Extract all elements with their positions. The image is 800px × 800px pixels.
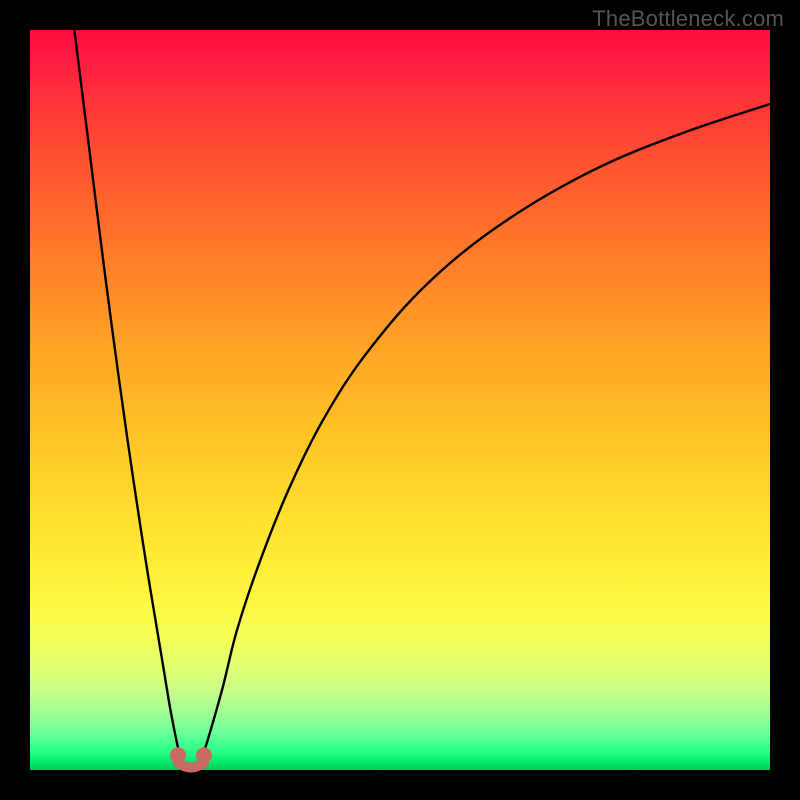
- chart-frame: TheBottleneck.com: [0, 0, 800, 800]
- chart-svg: [30, 30, 770, 770]
- watermark-text: TheBottleneck.com: [592, 6, 784, 32]
- marker-dot-right: [196, 747, 212, 763]
- plot-area: [30, 30, 770, 770]
- right-branch-curve: [200, 104, 770, 763]
- marker-dot-left: [170, 747, 186, 763]
- marker-connector: [178, 763, 204, 768]
- left-branch-curve: [74, 30, 181, 763]
